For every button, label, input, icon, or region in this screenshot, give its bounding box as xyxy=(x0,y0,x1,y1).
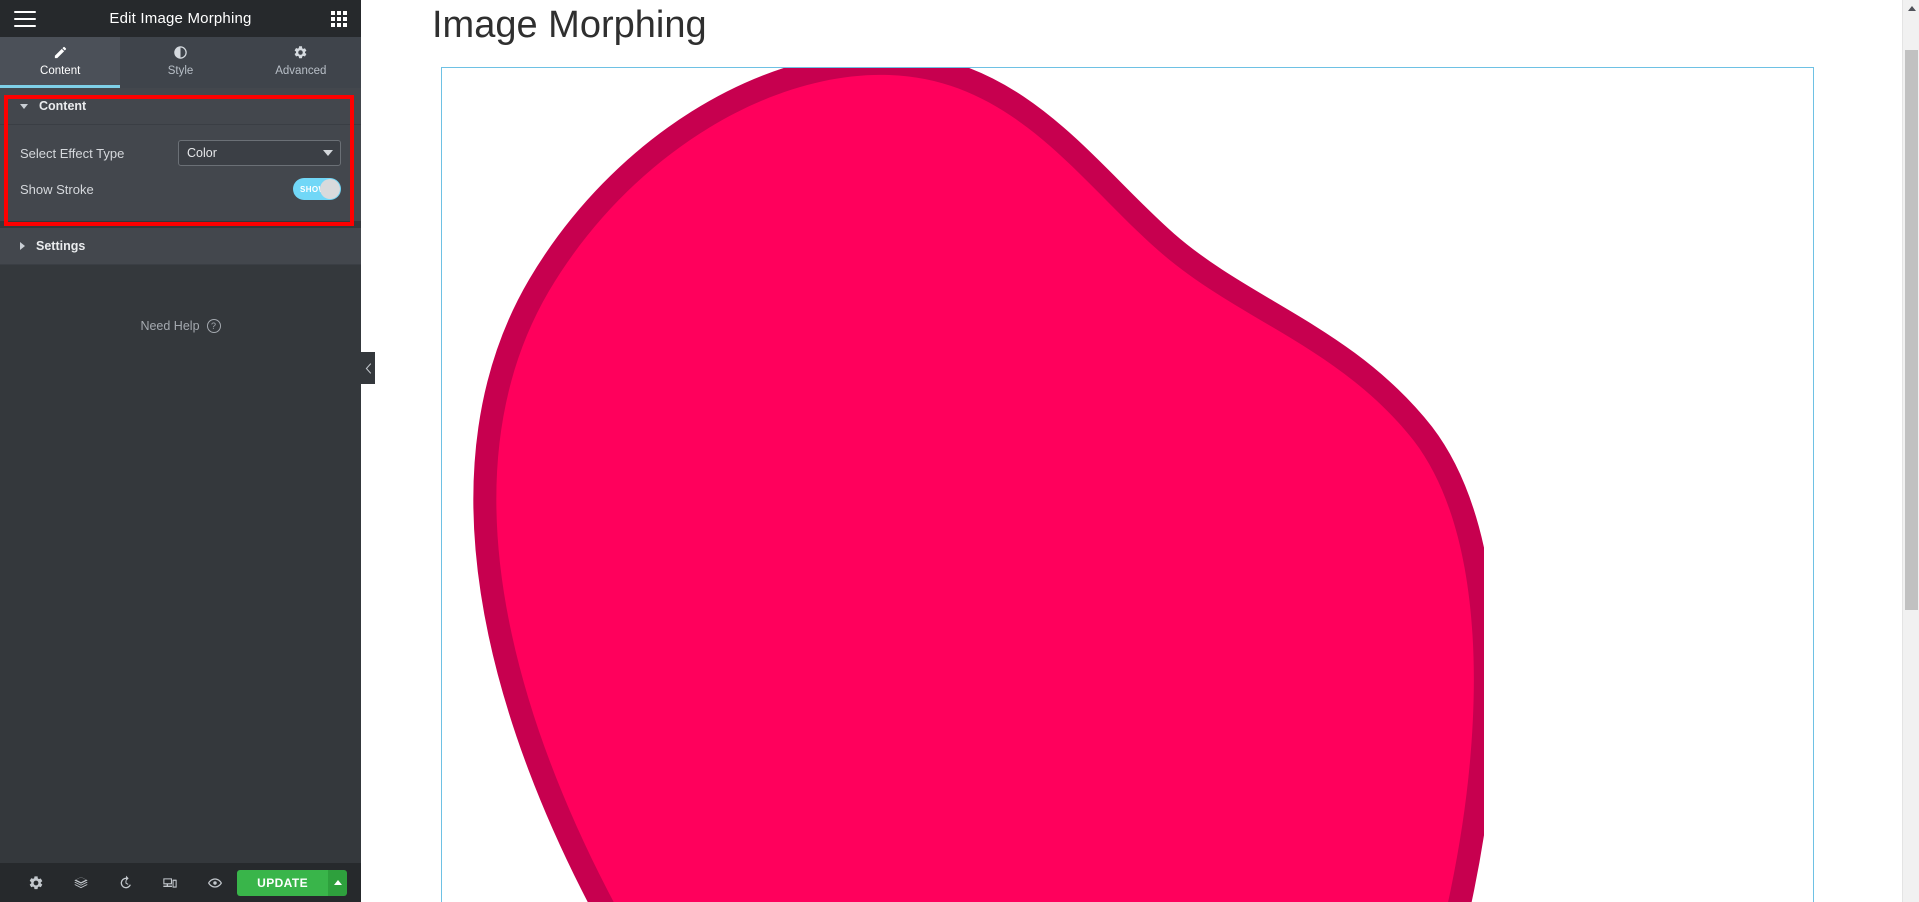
tab-style-label: Style xyxy=(167,65,194,77)
update-button[interactable]: UPDATE xyxy=(237,869,328,896)
panel-tabs: Content Style Advanced xyxy=(0,37,361,88)
panel-title: Edit Image Morphing xyxy=(109,10,252,27)
canvas-page: Image Morphing xyxy=(361,0,1902,902)
tab-advanced[interactable]: Advanced xyxy=(241,37,361,88)
image-morphing-widget[interactable] xyxy=(441,67,1814,902)
chevron-down-icon xyxy=(20,103,28,109)
tab-advanced-label: Advanced xyxy=(275,65,327,77)
section-title-content: Content xyxy=(39,99,87,113)
need-help-link[interactable]: Need Help ? xyxy=(140,319,221,333)
question-circle-icon: ? xyxy=(206,319,221,333)
vertical-scroll-thumb[interactable] xyxy=(1905,50,1918,610)
show-stroke-toggle[interactable]: SHOW xyxy=(293,178,341,200)
select-effect-type-label: Select Effect Type xyxy=(20,145,125,161)
gear-icon xyxy=(293,45,308,60)
page-title: Image Morphing xyxy=(432,4,707,46)
select-effect-type-wrap: Color xyxy=(178,140,341,166)
tab-content-label: Content xyxy=(40,65,81,77)
panel-collapse-handle[interactable] xyxy=(361,352,375,384)
preview-eye-icon[interactable] xyxy=(193,863,238,902)
blob-svg xyxy=(473,68,1484,902)
morphing-blob xyxy=(442,68,1813,902)
grid-apps-icon[interactable] xyxy=(331,10,347,27)
update-options-caret-icon[interactable] xyxy=(328,869,347,896)
select-effect-type-input[interactable]: Color xyxy=(178,140,341,166)
panel-header: Edit Image Morphing xyxy=(0,0,361,37)
section-header-settings[interactable]: Settings xyxy=(0,228,361,265)
settings-gear-icon[interactable] xyxy=(14,863,59,902)
navigator-layers-icon[interactable] xyxy=(59,863,104,902)
show-stroke-label: Show Stroke xyxy=(20,181,94,197)
editor-canvas: Image Morphing xyxy=(361,0,1919,902)
chevron-right-icon xyxy=(20,242,25,250)
pencil-icon xyxy=(53,45,68,60)
toggle-knob xyxy=(320,179,340,199)
responsive-devices-icon[interactable] xyxy=(148,863,193,902)
editor-root: Edit Image Morphing Content Style Advanc… xyxy=(0,0,1919,902)
section-body-content: Select Effect Type Color Show Stroke SHO… xyxy=(0,125,361,221)
need-help-block: Need Help ? xyxy=(0,317,361,335)
half-circle-icon xyxy=(173,45,188,60)
panel-footer: UPDATE xyxy=(0,863,361,902)
history-clock-icon[interactable] xyxy=(103,863,148,902)
scroll-up-arrow-icon[interactable] xyxy=(1903,0,1919,17)
hamburger-icon[interactable] xyxy=(14,10,36,27)
chevron-left-icon xyxy=(365,362,371,374)
elementor-panel: Edit Image Morphing Content Style Advanc… xyxy=(0,0,361,902)
section-header-content[interactable]: Content xyxy=(0,88,361,125)
control-show-stroke: Show Stroke SHOW xyxy=(20,171,341,207)
vertical-scrollbar[interactable] xyxy=(1902,0,1919,902)
tab-content[interactable]: Content xyxy=(0,37,121,88)
need-help-label: Need Help xyxy=(140,319,200,333)
tab-style[interactable]: Style xyxy=(120,37,240,88)
control-select-effect-type: Select Effect Type Color xyxy=(20,135,341,171)
update-group: UPDATE xyxy=(237,869,347,896)
section-title-settings: Settings xyxy=(36,239,86,253)
panel-body: Content Select Effect Type Color Show St… xyxy=(0,88,361,863)
section-divider xyxy=(0,221,361,228)
